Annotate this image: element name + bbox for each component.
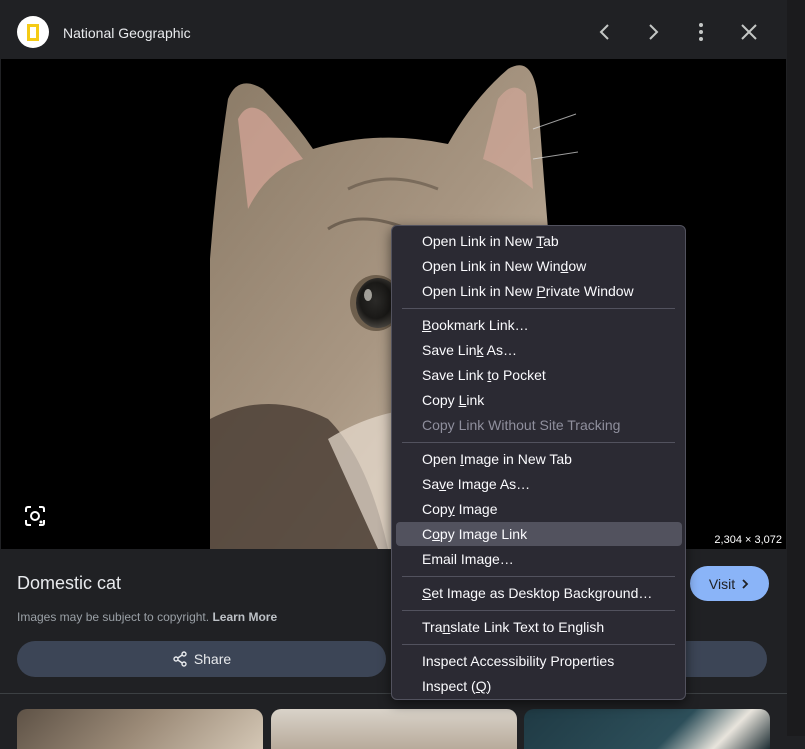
menu-item[interactable]: Set Image as Desktop Background… <box>396 581 682 605</box>
menu-separator <box>402 442 675 443</box>
lens-icon[interactable] <box>21 502 49 530</box>
share-icon <box>173 651 187 667</box>
menu-item-label: Tra <box>422 619 443 635</box>
menu-item[interactable]: Save Link to Pocket <box>396 363 682 387</box>
viewer-header: National Geographic <box>0 0 787 60</box>
menu-item-label: rivate Window <box>545 283 634 299</box>
image-dimensions: 2,304 × 3,072 <box>710 531 786 549</box>
menu-item-accesskey: S <box>422 585 432 601</box>
menu-item-label: Open Link in New <box>422 233 537 249</box>
close-icon[interactable] <box>737 20 761 44</box>
menu-item: Copy Link Without Site Tracking <box>396 413 682 437</box>
menu-item-label: Open <box>422 451 461 467</box>
menu-item-label: Copy Link Without Site Tracking <box>422 417 621 433</box>
copyright-notice: Images may be subject to copyright. Lear… <box>17 610 277 624</box>
chevron-left-icon[interactable] <box>593 20 617 44</box>
menu-item-label: ab <box>543 233 559 249</box>
menu-item-label: ow <box>568 258 587 274</box>
menu-item-label: Copy <box>422 392 459 408</box>
menu-item-accesskey: o <box>432 526 440 542</box>
menu-item[interactable]: Translate Link Text to English <box>396 615 682 639</box>
menu-item-label: Inspect Accessibility Properties <box>422 653 615 669</box>
share-button[interactable]: Share <box>17 641 386 677</box>
menu-item-label: et Image as Desktop Background… <box>431 585 653 601</box>
menu-item-label: Inspect ( <box>422 678 476 694</box>
menu-item-accesskey: y <box>447 501 455 517</box>
menu-separator <box>402 576 675 577</box>
menu-item-label: ookmark Link… <box>431 317 529 333</box>
menu-item[interactable]: Inspect Accessibility Properties <box>396 649 682 673</box>
more-vert-icon[interactable] <box>689 20 713 44</box>
national-geographic-logo[interactable] <box>17 16 49 48</box>
menu-item-label: Sa <box>422 476 440 492</box>
menu-separator <box>402 644 675 645</box>
visit-button[interactable]: Visit <box>690 566 769 601</box>
visit-label: Visit <box>708 575 736 592</box>
menu-item-label: mage in New Tab <box>464 451 572 467</box>
chevron-right-icon[interactable] <box>641 20 665 44</box>
menu-item-label: Cop <box>422 501 448 517</box>
menu-item[interactable]: Save Link As… <box>396 338 682 362</box>
menu-item-label: Open Link in New <box>422 283 537 299</box>
chevron-right-icon <box>742 578 749 589</box>
menu-item-label: ink <box>466 392 485 408</box>
menu-item-accesskey: B <box>422 317 432 333</box>
related-image-2[interactable] <box>271 709 517 749</box>
menu-item[interactable]: Email Image… <box>396 547 682 571</box>
menu-item[interactable]: Open Link in New Window <box>396 254 682 278</box>
menu-item-label: ) <box>486 678 492 694</box>
menu-item[interactable]: Open Link in New Tab <box>396 229 682 253</box>
menu-item-label: e Image As… <box>446 476 531 492</box>
context-menu: Open Link in New Tab Open Link in New Win… <box>391 225 686 700</box>
share-label: Share <box>193 651 232 667</box>
menu-item[interactable]: Bookmark Link… <box>396 313 682 337</box>
source-name[interactable]: National Geographic <box>63 25 191 41</box>
menu-item[interactable]: Copy Link <box>396 388 682 412</box>
copyright-text: Images may be subject to copyright. <box>17 610 210 624</box>
scrollbar[interactable] <box>787 0 805 736</box>
menu-item-label: slate Link Text to English <box>450 619 605 635</box>
menu-item[interactable]: Open Link in New Private Window <box>396 279 682 303</box>
menu-item[interactable]: Copy Image Link <box>396 522 682 546</box>
menu-separator <box>402 308 675 309</box>
learn-more-link[interactable]: Learn More <box>212 610 277 624</box>
menu-item[interactable]: Open Image in New Tab <box>396 447 682 471</box>
related-image-1[interactable] <box>17 709 263 749</box>
menu-item[interactable]: Inspect (Q) <box>396 674 682 698</box>
menu-item-label: Save Lin <box>422 342 477 358</box>
menu-item-label: Email Image… <box>422 551 514 567</box>
menu-item[interactable]: Save Image As… <box>396 472 682 496</box>
related-image-3[interactable] <box>524 709 770 749</box>
menu-item-label: py Image Link <box>439 526 528 542</box>
menu-item-label: Open Link in New Win <box>422 258 561 274</box>
menu-item-label: As… <box>483 342 517 358</box>
menu-item-accesskey: Q <box>475 678 487 694</box>
menu-item-label: Image <box>454 501 498 517</box>
menu-item-label: o Pocket <box>491 367 546 383</box>
menu-item-label: C <box>422 526 433 542</box>
menu-separator <box>402 610 675 611</box>
menu-item-accesskey: P <box>536 283 546 299</box>
menu-item[interactable]: Copy Image <box>396 497 682 521</box>
image-title: Domestic cat <box>17 573 122 593</box>
menu-item-label: Save Link <box>422 367 488 383</box>
